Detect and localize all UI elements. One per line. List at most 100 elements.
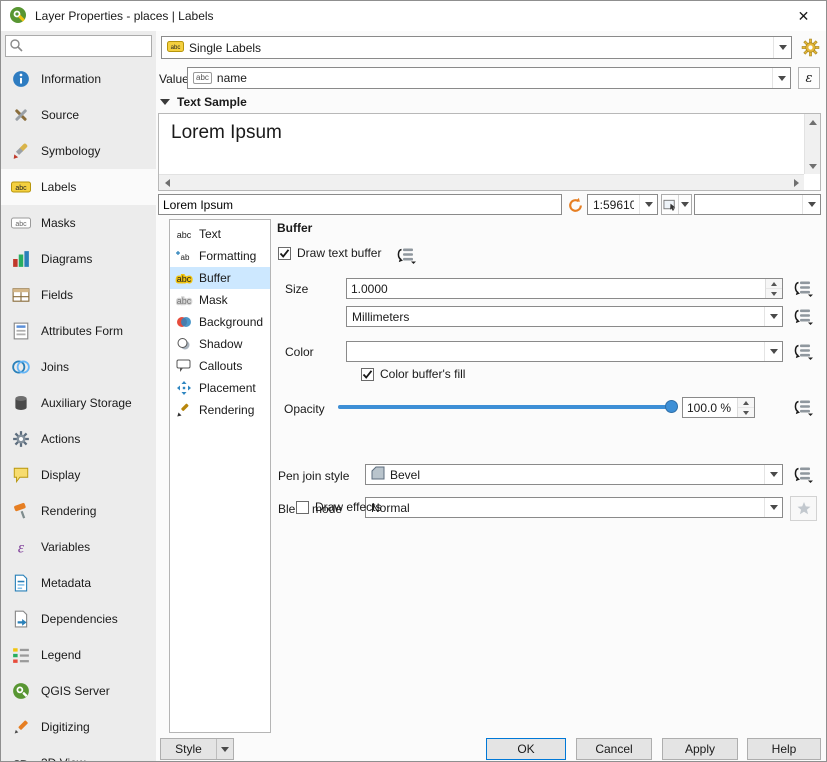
preview-horizontal-scrollbar[interactable] [159,174,804,190]
spin-down-button[interactable] [766,289,782,298]
opacity-slider-thumb[interactable] [665,400,678,413]
data-defined-override-button[interactable] [790,278,816,298]
apply-button[interactable]: Apply [662,738,738,760]
data-defined-override-button[interactable] [790,464,816,484]
sidebar-item-labels[interactable]: abc Labels [1,169,156,205]
sidebar-item-label: Symbology [41,144,100,158]
tab-placement[interactable]: Placement [170,377,270,399]
tab-callouts[interactable]: Callouts [170,355,270,377]
sidebar-search [5,35,152,57]
data-defined-override-button[interactable] [393,245,419,265]
tab-buffer[interactable]: abc Buffer [170,267,270,289]
spin-down-button[interactable] [738,408,754,417]
sidebar-item-source[interactable]: Source [1,97,156,133]
sidebar-item-auxiliary-storage[interactable]: Auxiliary Storage [1,385,156,421]
tab-label: Background [199,315,263,329]
sidebar-item-label: Digitizing [41,720,90,734]
sidebar-item-variables[interactable]: ε Variables [1,529,156,565]
sidebar-item-label: QGIS Server [41,684,110,698]
tab-formatting[interactable]: ab Formatting [170,245,270,267]
chevron-down-icon [802,195,820,214]
qgis-server-icon [9,679,33,703]
preview-scale-value: 1:59610 [593,198,634,212]
automated-placement-settings-button[interactable] [798,35,822,59]
buffer-panel-title: Buffer [277,221,312,235]
sidebar-item-digitizing[interactable]: Digitizing [1,709,156,745]
placement-tab-icon [174,380,194,396]
reset-sample-icon[interactable] [565,195,585,215]
sidebar-item-symbology[interactable]: Symbology [1,133,156,169]
tab-rendering[interactable]: Rendering [170,399,270,421]
ok-button[interactable]: OK [486,738,566,760]
blend-mode-combobox[interactable]: Normal [365,497,783,518]
scroll-right-button[interactable] [788,175,804,191]
preview-vertical-scrollbar[interactable] [804,114,820,174]
draw-effects-checkbox[interactable] [296,501,309,514]
data-defined-override-button[interactable] [790,341,816,361]
color-buffers-fill-checkbox[interactable] [361,368,374,381]
sidebar-item-rendering[interactable]: Rendering [1,493,156,529]
sidebar-item-information[interactable]: Information [1,61,156,97]
sidebar-item-3d-view[interactable]: 3D 3D View [1,745,156,761]
draw-text-buffer-checkbox[interactable] [278,247,291,260]
data-defined-override-button[interactable] [790,397,816,417]
label-settings-tab-list: abc Text ab Formatting abc Buffer abc Ma… [169,219,271,733]
sidebar-item-label: Display [41,468,80,482]
window-title: Layer Properties - places | Labels [35,9,214,23]
tab-text[interactable]: abc Text [170,223,270,245]
sidebar-item-label: Diagrams [41,252,92,266]
sidebar-item-masks[interactable]: abc Masks [1,205,156,241]
sidebar-item-metadata[interactable]: Metadata [1,565,156,601]
tab-mask[interactable]: abc Mask [170,289,270,311]
preview-scale-combobox[interactable]: 1:59610 [587,194,658,215]
opacity-value: 100.0 % [683,398,737,417]
buffer-color-dropdown[interactable] [346,341,783,362]
help-button[interactable]: Help [747,738,821,760]
customize-effects-button[interactable] [790,496,817,521]
tab-label: Formatting [199,249,256,263]
opacity-slider[interactable] [338,397,677,417]
sidebar-item-dependencies[interactable]: Dependencies [1,601,156,637]
variables-icon: ε [9,535,33,559]
scroll-left-button[interactable] [159,175,175,191]
sidebar-item-fields[interactable]: Fields [1,277,156,313]
sidebar-item-diagrams[interactable]: Diagrams [1,241,156,277]
text-sample-section-header[interactable]: Text Sample [160,95,247,109]
sidebar-item-attributes-form[interactable]: Attributes Form [1,313,156,349]
style-menu-button[interactable]: Style [160,738,234,760]
expression-builder-button[interactable]: ε [798,67,820,89]
sidebar-item-display[interactable]: Display [1,457,156,493]
source-icon [9,103,33,127]
cancel-button[interactable]: Cancel [576,738,652,760]
spin-up-button[interactable] [766,279,782,289]
set-from-canvas-button[interactable] [661,194,692,215]
preview-background-combobox[interactable] [694,194,821,215]
spin-up-button[interactable] [738,398,754,408]
sidebar-item-qgis-server[interactable]: QGIS Server [1,673,156,709]
value-field-combobox[interactable]: abc name [187,67,791,89]
data-defined-override-button[interactable] [790,306,816,326]
opacity-slider-track[interactable] [338,405,677,409]
sample-text-input[interactable] [158,194,562,215]
joins-icon [9,355,33,379]
tab-shadow[interactable]: Shadow [170,333,270,355]
sidebar-item-actions[interactable]: Actions [1,421,156,457]
sidebar-item-joins[interactable]: Joins [1,349,156,385]
color-label: Color [285,345,314,359]
pen-join-style-combobox[interactable]: Bevel [365,464,783,485]
search-input[interactable] [26,38,148,54]
tab-background[interactable]: Background [170,311,270,333]
draw-effects-label: Draw effects [315,500,381,514]
opacity-spinbox[interactable]: 100.0 % [682,397,755,418]
close-button[interactable]: ✕ [781,1,826,31]
label-mode-combobox[interactable]: abc Single Labels [161,36,792,59]
tab-label: Mask [199,293,228,307]
buffer-size-spinbox[interactable]: 1.0000 [346,278,783,299]
sidebar-item-legend[interactable]: Legend [1,637,156,673]
scroll-up-button[interactable] [805,114,821,130]
preview-text: Lorem Ipsum [171,122,282,144]
size-units-combobox[interactable]: Millimeters [346,306,783,327]
scroll-down-button[interactable] [805,158,821,174]
value-field-name: name [217,71,767,85]
draw-text-buffer-row: Draw text buffer [278,246,381,260]
